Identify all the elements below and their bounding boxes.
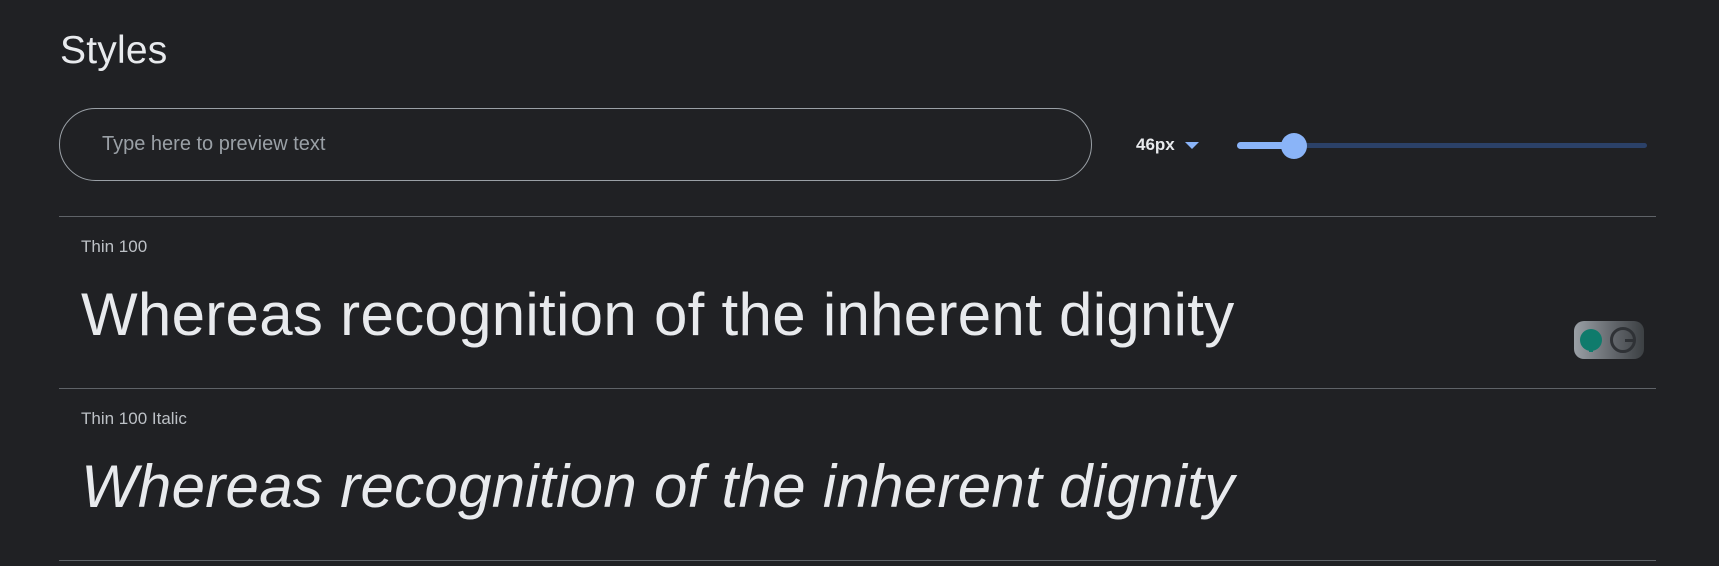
style-sample-text[interactable]: Whereas recognition of the inherent dign… (81, 451, 1235, 523)
style-label: Thin 100 Italic (81, 409, 187, 428)
style-label: Thin 100 (81, 237, 148, 256)
chevron-down-icon (1184, 141, 1199, 149)
style-row-thin-100-italic: Thin 100 Italic Whereas recognition of t… (59, 389, 1656, 559)
style-row-thin-100: Thin 100 Whereas recognition of the inhe… (59, 217, 1656, 387)
lightbulb-icon (1580, 329, 1602, 352)
slider-thumb[interactable] (1281, 133, 1308, 159)
font-size-slider[interactable] (1237, 132, 1647, 159)
font-size-dropdown[interactable]: 46px (1136, 130, 1199, 160)
grammarly-icon[interactable] (1574, 321, 1644, 359)
font-size-value: 46px (1136, 135, 1175, 154)
style-sample-text[interactable]: Whereas recognition of the inherent dign… (81, 279, 1235, 351)
divider (59, 560, 1656, 561)
preview-text-input[interactable] (59, 108, 1092, 181)
g-logo-icon (1610, 327, 1636, 353)
page-title: Styles (60, 29, 168, 72)
